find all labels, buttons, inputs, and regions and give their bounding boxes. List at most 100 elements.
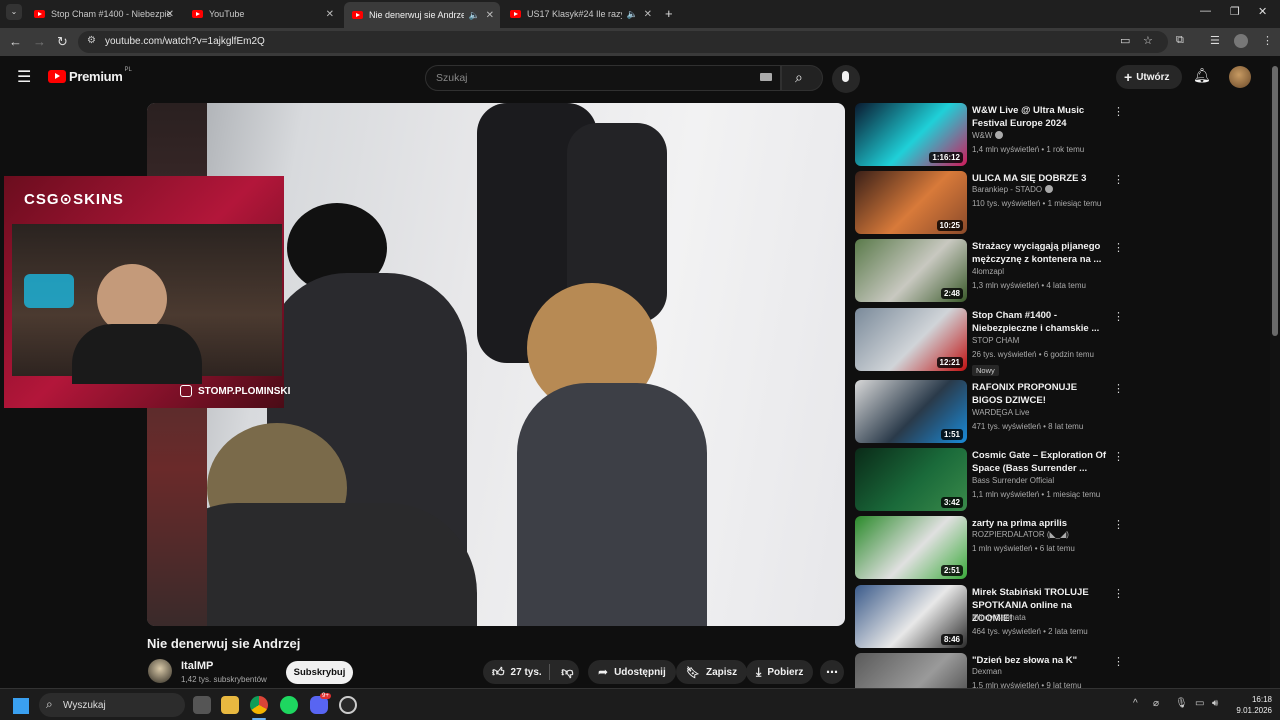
recommendation-item[interactable]: 2:48 Strażacy wyciągają pijanego mężczyz… bbox=[855, 239, 1135, 303]
recommendation-title[interactable]: "Dzień bez słowa na K" bbox=[972, 654, 1110, 667]
taskbar-clock[interactable]: 16:18 9.01.2026 bbox=[1228, 694, 1272, 716]
more-vertical-icon[interactable]: ⋮ bbox=[1113, 655, 1124, 668]
forward-icon[interactable]: → bbox=[33, 34, 46, 49]
profile-icon[interactable] bbox=[1234, 34, 1248, 48]
more-vertical-icon[interactable]: ⋮ bbox=[1113, 105, 1124, 118]
channel-avatar[interactable] bbox=[148, 659, 172, 683]
channel-name[interactable]: ItalMP bbox=[181, 660, 213, 672]
account-avatar[interactable] bbox=[1229, 66, 1251, 88]
tray-chevron-icon[interactable]: ^ bbox=[1133, 698, 1138, 709]
search-button[interactable]: ⌕ bbox=[781, 65, 823, 91]
recommendation-channel[interactable]: WARDĘGA Live bbox=[972, 408, 1030, 417]
new-tab-icon[interactable]: + bbox=[665, 6, 673, 21]
recommendation-channel[interactable]: STOP CHAM bbox=[972, 336, 1019, 345]
recommendation-channel[interactable]: Barankiep - STADO bbox=[972, 185, 1054, 194]
chrome-icon[interactable] bbox=[250, 696, 268, 714]
tab-youtube[interactable]: YouTube ✕ bbox=[184, 4, 340, 24]
recommendation-title[interactable]: zarty na prima aprilis bbox=[972, 517, 1110, 530]
search-input[interactable]: Szukaj bbox=[425, 65, 781, 91]
close-tab-icon[interactable]: ✕ bbox=[166, 9, 174, 20]
recommendation-item[interactable]: 2:51 zarty na prima aprilis ROZPIERDALAT… bbox=[855, 516, 1135, 580]
close-tab-icon[interactable]: ✕ bbox=[486, 10, 494, 21]
recommendation-item[interactable]: 12:21 Stop Cham #1400 - Niebezpieczne i … bbox=[855, 308, 1135, 376]
recommendation-channel[interactable]: ROZPIERDALATOR (◣_◢) bbox=[972, 530, 1069, 539]
save-button[interactable]: 🔖︎ Zapisz bbox=[676, 660, 748, 684]
close-tab-icon[interactable]: ✕ bbox=[326, 9, 334, 20]
tab-search-icon[interactable]: ⌄ bbox=[6, 4, 22, 20]
task-view-icon[interactable] bbox=[193, 696, 211, 714]
recommendation-title[interactable]: W&W Live @ Ultra Music Festival Europe 2… bbox=[972, 104, 1110, 130]
more-vertical-icon[interactable]: ⋮ bbox=[1113, 382, 1124, 395]
more-vertical-icon[interactable]: ⋮ bbox=[1113, 450, 1124, 463]
video-thumbnail[interactable]: 2:51 bbox=[855, 516, 967, 579]
tab-stop-cham[interactable]: Stop Cham #1400 - Niebezpiec ✕ bbox=[26, 4, 180, 24]
recommendation-item[interactable]: 3:42 Cosmic Gate – Exploration Of Space … bbox=[855, 448, 1135, 512]
recommendation-title[interactable]: Stop Cham #1400 - Niebezpieczne i chamsk… bbox=[972, 309, 1110, 335]
recommendation-title[interactable]: Cosmic Gate – Exploration Of Space (Bass… bbox=[972, 449, 1110, 475]
recommendation-title[interactable]: RAFONIX PROPONUJE BIGOS DZIWCE! bbox=[972, 381, 1110, 407]
bookmark-star-icon[interactable]: ☆ bbox=[1143, 34, 1153, 47]
reading-list-icon[interactable]: ☰ bbox=[1210, 34, 1220, 47]
download-button[interactable]: ⤓ Pobierz bbox=[746, 660, 814, 684]
scrollbar-thumb[interactable] bbox=[1272, 66, 1278, 336]
recommendation-channel[interactable]: Dexman bbox=[972, 667, 1002, 676]
windows-start-icon[interactable] bbox=[13, 698, 29, 714]
recommendation-item[interactable]: 10:25 ULICA MA SIĘ DOBRZE 3 Barankiep - … bbox=[855, 171, 1135, 235]
microphone-icon[interactable]: 🎙︎ bbox=[1175, 698, 1188, 709]
file-explorer-icon[interactable] bbox=[221, 696, 239, 714]
more-vertical-icon[interactable]: ⋮ bbox=[1113, 310, 1124, 323]
keyboard-icon[interactable] bbox=[760, 73, 772, 81]
video-thumbnail[interactable]: 1:16:12 bbox=[855, 103, 967, 166]
voice-search-button[interactable] bbox=[832, 65, 860, 93]
site-info-icon[interactable]: ⚙ bbox=[87, 35, 96, 46]
close-tab-icon[interactable]: ✕ bbox=[644, 9, 652, 20]
more-vertical-icon[interactable]: ⋮ bbox=[1113, 587, 1124, 600]
display-icon[interactable]: ▭ bbox=[1195, 698, 1204, 709]
share-button[interactable]: ➦ Udostępnij bbox=[588, 660, 676, 684]
obs-icon[interactable] bbox=[339, 696, 357, 714]
recommendation-channel[interactable]: Bass Surrender Official bbox=[972, 476, 1054, 485]
create-button[interactable]: + Utwórz bbox=[1116, 65, 1182, 89]
page-scrollbar[interactable] bbox=[1270, 56, 1280, 688]
browser-menu-icon[interactable]: ⋮ bbox=[1262, 34, 1273, 47]
recommendation-item[interactable]: 1:16:12 W&W Live @ Ultra Music Festival … bbox=[855, 103, 1135, 167]
recommendation-channel[interactable]: W&W bbox=[972, 131, 1004, 140]
recommendation-title[interactable]: ULICA MA SIĘ DOBRZE 3 bbox=[972, 172, 1110, 185]
tab-nie-denerwuj[interactable]: Nie denerwuj sie Andrzej - 🔈 ✕ bbox=[344, 2, 500, 28]
dislike-button[interactable]: 👎︎ bbox=[556, 660, 579, 684]
cast-icon[interactable]: ▭ bbox=[1120, 34, 1130, 47]
close-window-icon[interactable]: ✕ bbox=[1258, 5, 1267, 18]
network-off-icon[interactable]: ⌀ bbox=[1153, 698, 1159, 709]
recommendation-channel[interactable]: Młody Sarmata bbox=[972, 613, 1026, 622]
more-vertical-icon[interactable]: ⋮ bbox=[1113, 241, 1124, 254]
video-thumbnail[interactable]: 3:42 bbox=[855, 448, 967, 511]
hamburger-menu-icon[interactable]: ☰ bbox=[17, 67, 31, 87]
youtube-logo[interactable]: Premium PL bbox=[48, 67, 132, 84]
video-thumbnail[interactable]: 1:51 bbox=[855, 380, 967, 443]
recommendation-channel[interactable]: 4lomzapl bbox=[972, 267, 1004, 276]
extensions-icon[interactable]: ⧉ bbox=[1176, 34, 1184, 47]
notifications-bell-icon[interactable]: 🔔︎ bbox=[1193, 67, 1211, 84]
taskbar-search[interactable]: ⌕ Wyszukaj bbox=[39, 693, 185, 717]
minimize-icon[interactable]: — bbox=[1200, 5, 1211, 17]
speaker-icon[interactable]: 🔈 bbox=[627, 9, 638, 20]
more-vertical-icon[interactable]: ⋮ bbox=[1113, 173, 1124, 186]
recommendation-item[interactable]: 1:51 RAFONIX PROPONUJE BIGOS DZIWCE! WAR… bbox=[855, 380, 1135, 444]
video-thumbnail[interactable]: 10:25 bbox=[855, 171, 967, 234]
video-thumbnail[interactable]: 12:21 bbox=[855, 308, 967, 371]
back-icon[interactable]: ← bbox=[9, 34, 22, 49]
video-thumbnail[interactable]: 8:46 bbox=[855, 585, 967, 648]
tab-us17-klasyk[interactable]: US17 Klasyk#24 Ile razy się 🔈 ✕ bbox=[502, 4, 658, 24]
like-button[interactable]: 👍︎ 27 tys. bbox=[483, 660, 543, 684]
spotify-icon[interactable] bbox=[280, 696, 298, 714]
recommendation-item[interactable]: 8:46 Mirek Stabiński TROLUJE SPOTKANIA o… bbox=[855, 585, 1135, 649]
video-thumbnail[interactable]: 2:48 bbox=[855, 239, 967, 302]
speaker-icon[interactable]: 🔈 bbox=[469, 10, 480, 21]
subscribe-button[interactable]: Subskrybuj bbox=[286, 661, 353, 684]
reload-icon[interactable]: ↻ bbox=[57, 34, 68, 50]
more-actions-button[interactable]: ⋯ bbox=[820, 660, 844, 684]
url-text[interactable]: youtube.com/watch?v=1ajkglfEm2Q bbox=[105, 36, 265, 47]
omnibox[interactable]: ⚙ youtube.com/watch?v=1ajkglfEm2Q ▭ ☆ bbox=[78, 31, 1168, 53]
recommendation-title[interactable]: Strażacy wyciągają pijanego mężczyznę z … bbox=[972, 240, 1110, 266]
more-vertical-icon[interactable]: ⋮ bbox=[1113, 518, 1124, 531]
